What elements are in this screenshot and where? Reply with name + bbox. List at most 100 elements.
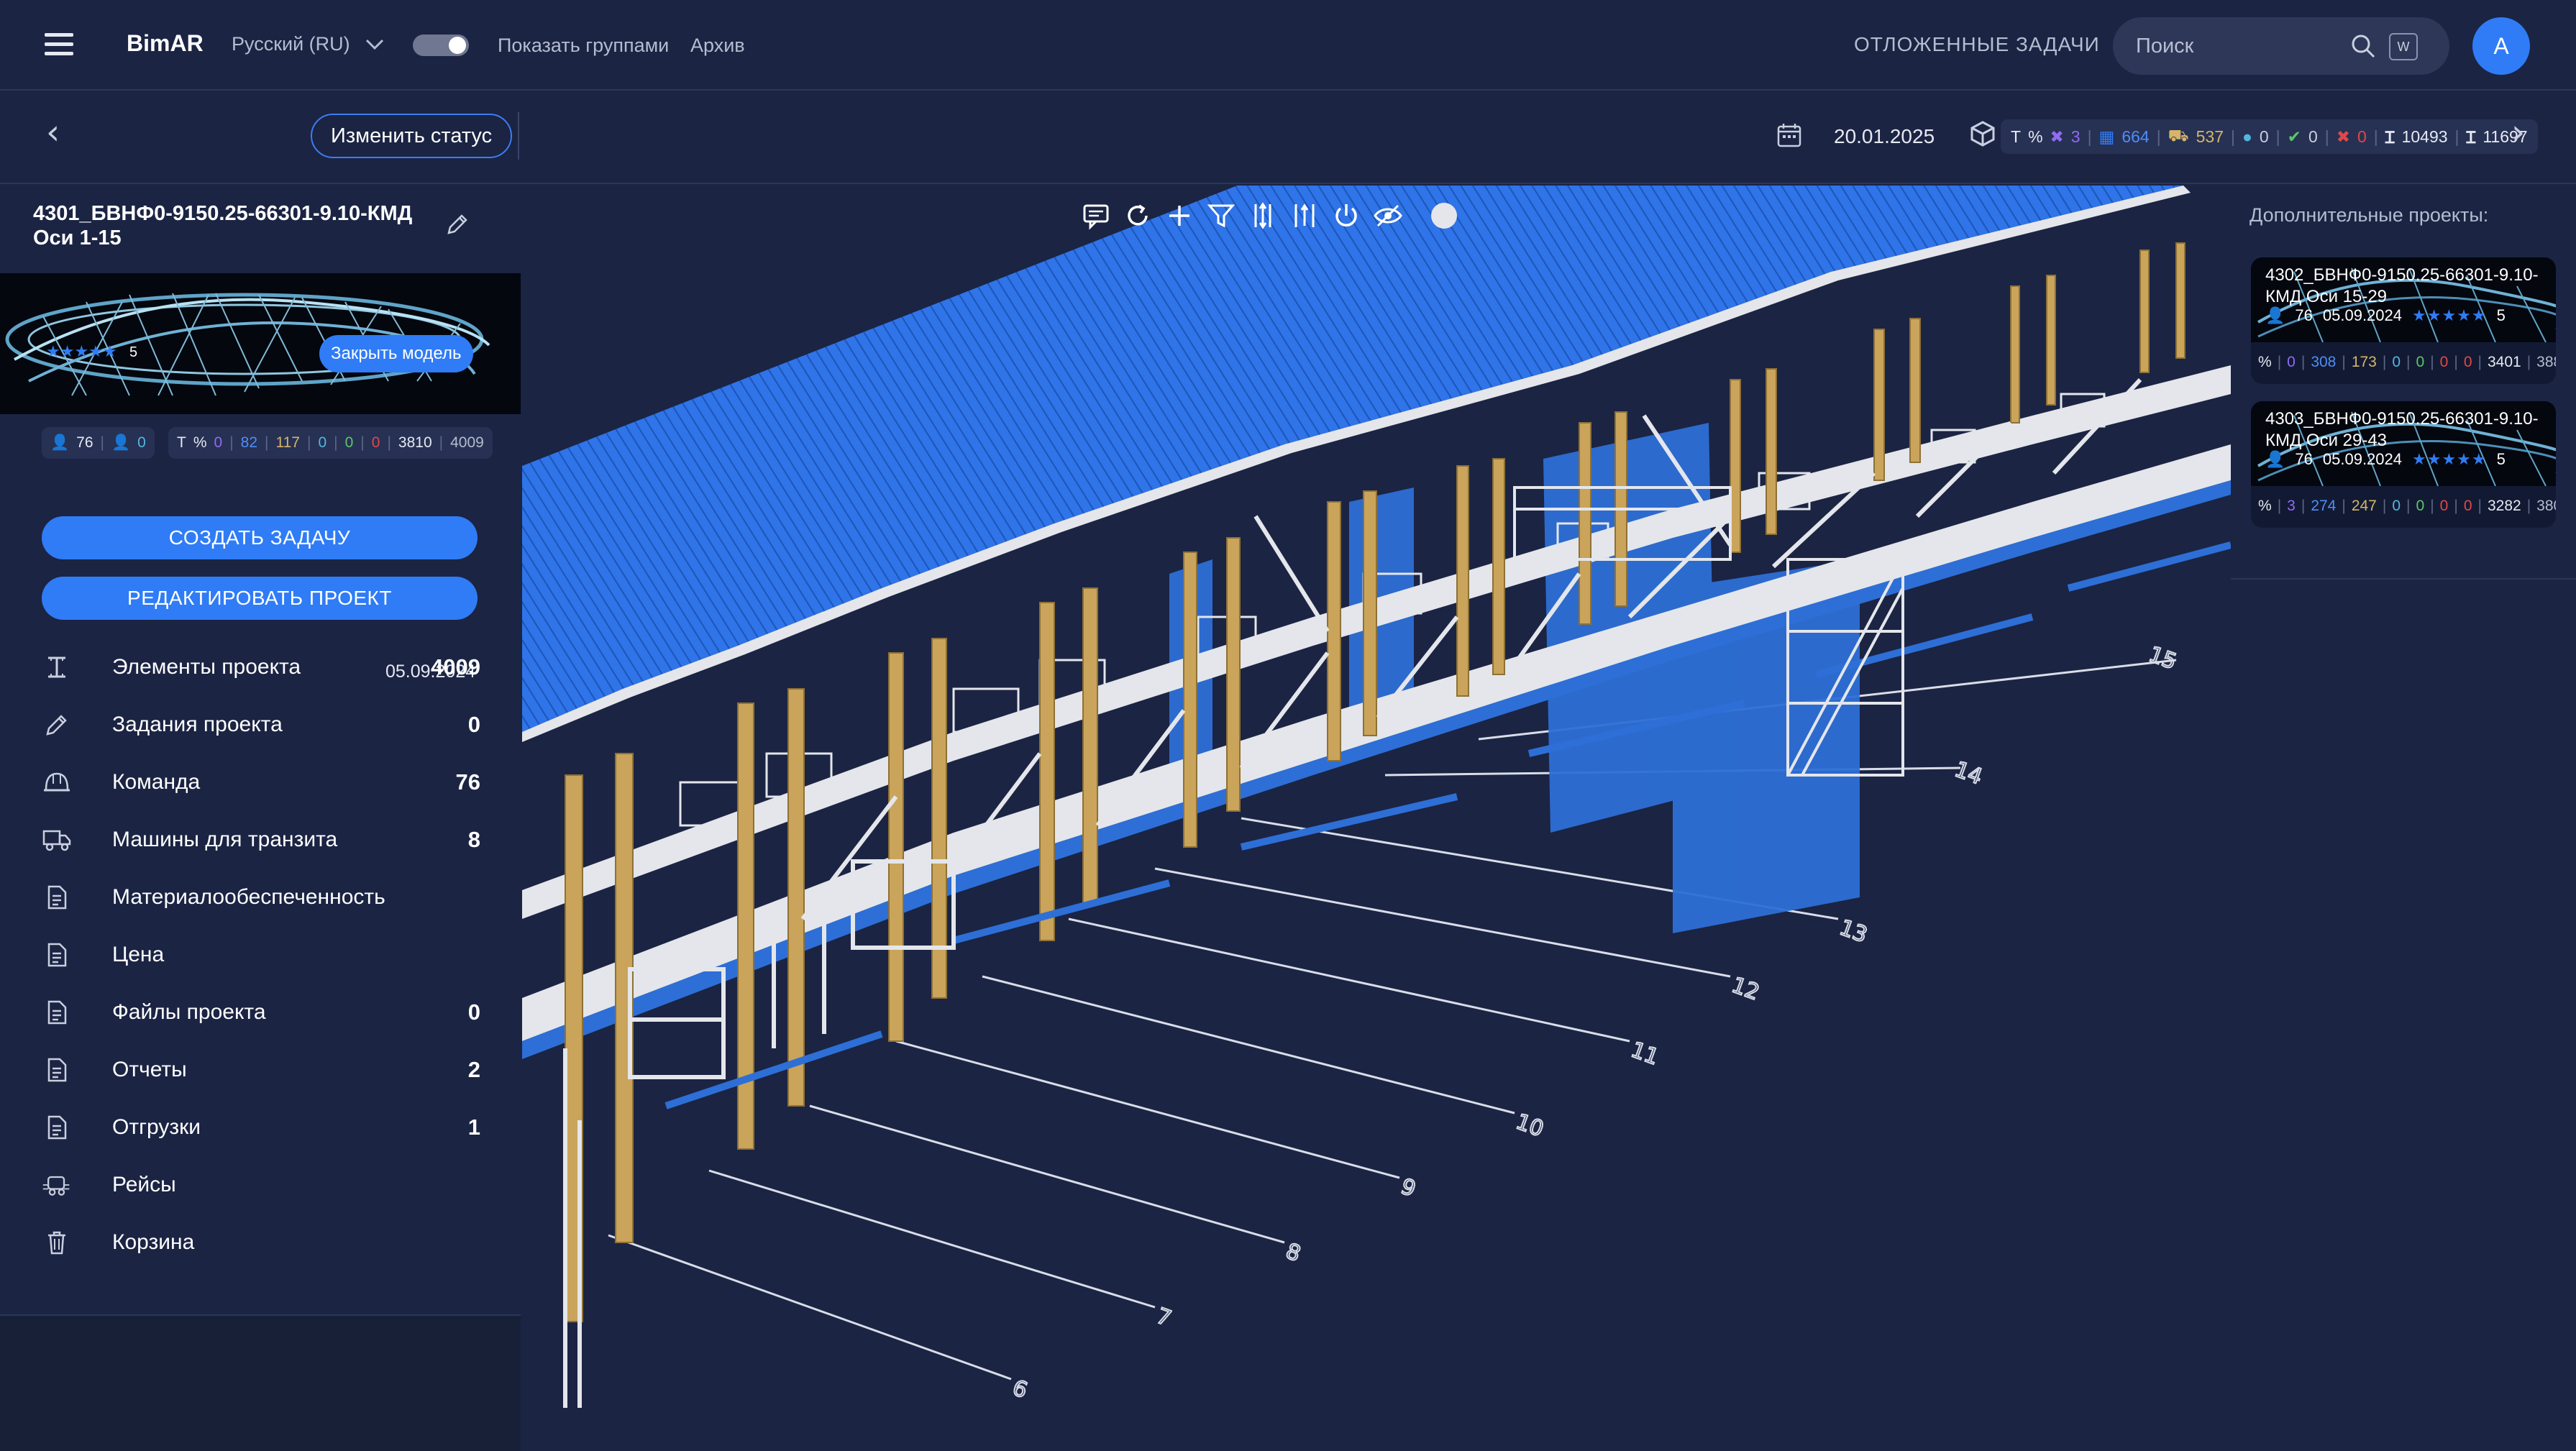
app-logo[interactable]: BimAR: [127, 30, 204, 57]
comment-icon[interactable]: [1080, 200, 1112, 232]
project-stats: %| 0| 308| 173| 0| 0| 0| 0| 3401| 388: [2258, 347, 2556, 378]
search-input[interactable]: [2136, 34, 2352, 58]
add-icon[interactable]: [1164, 200, 1195, 232]
stat-value: 82: [240, 434, 258, 451]
section-vertical-icon[interactable]: [1247, 200, 1279, 232]
nav-reports[interactable]: Отчеты 2: [42, 1048, 480, 1091]
nav-label: Материалообеспеченность: [112, 885, 385, 909]
hamburger-menu-icon[interactable]: [45, 33, 73, 56]
nav-label: Отгрузки: [112, 1115, 201, 1139]
nav-team[interactable]: Команда 76: [42, 761, 480, 804]
3d-model-render[interactable]: 15 14 13 12 11 10 9 8 7 6: [522, 186, 2231, 1451]
stat-value: 0: [2439, 354, 2449, 370]
user-avatar[interactable]: A: [2472, 17, 2530, 75]
toolbar-divider: [518, 112, 519, 160]
nav-count: 4009: [431, 654, 480, 679]
stat-value: 308: [2311, 354, 2337, 370]
deferred-tasks-link[interactable]: ОТЛОЖЕННЫЕ ЗАДАЧИ: [1854, 33, 2100, 56]
additional-projects-title: Дополнительные проекты:: [2250, 204, 2489, 226]
nav-project-elements[interactable]: Элементы проекта 4009: [42, 646, 480, 689]
nav-project-tasks[interactable]: Задания проекта 0: [42, 703, 480, 746]
team-count: 76: [2295, 450, 2313, 468]
change-status-button[interactable]: Изменить статус: [311, 114, 513, 158]
beam-icon: [48, 656, 65, 678]
nav-label: Элементы проекта: [112, 655, 301, 679]
stat-value: %: [193, 434, 207, 451]
nav-trips[interactable]: Рейсы: [42, 1163, 480, 1207]
project-stats-strip: T % ✖ 3 | ▦ 664 | ⛟ 537 | ● 0 | ✔ 0 | ✖ 0 | Ɪ 10493 | …: [2001, 119, 2538, 154]
team-count: 76: [76, 434, 93, 451]
nav-count: 0: [467, 712, 480, 737]
calendar-icon[interactable]: [1776, 122, 1802, 148]
chevron-right-icon[interactable]: ›: [2511, 112, 2525, 152]
power-icon[interactable]: [1330, 200, 1362, 232]
stat-value: 0: [371, 434, 380, 451]
stat-value: 3401: [2487, 354, 2521, 370]
nav-project-files[interactable]: Файлы проекта 0: [42, 991, 480, 1034]
color-mode-icon[interactable]: [1428, 200, 1460, 232]
search-icon[interactable]: [2350, 33, 2376, 59]
stat-value: 117: [275, 434, 300, 451]
archive-link[interactable]: Архив: [690, 35, 745, 57]
project-date: 05.09.2024: [2322, 450, 2402, 468]
project-meta: 👤 76 05.09.2024 ★★★★★ 5: [2265, 306, 2506, 325]
nav-transit-vehicles[interactable]: Машины для транзита 8: [42, 818, 480, 861]
stat-value: 664: [2121, 127, 2150, 146]
stat-value: 173: [2351, 354, 2377, 370]
stat-value: %: [2258, 498, 2272, 514]
language-select[interactable]: Русский (RU): [232, 33, 385, 55]
project-title: 4301_БВНФ0-9150.25-66301-9.10-КМД Оси 1-…: [33, 202, 413, 250]
stat-value: 0: [2463, 354, 2472, 370]
nav-label: Задания проекта: [112, 713, 283, 736]
document-icon: [47, 1000, 67, 1025]
language-label: Русский (RU): [232, 33, 350, 55]
additional-project-card[interactable]: 4302_БВНФ0-9150.25-66301-9.10-КМД Оси 15…: [2251, 257, 2556, 384]
project-rating: 5: [2496, 450, 2506, 468]
sidebar-footer: [0, 1314, 521, 1451]
cubes-icon[interactable]: [1969, 121, 1996, 150]
stat-value: 0: [2259, 127, 2269, 146]
chevron-left-icon[interactable]: ‹: [46, 112, 60, 152]
stat-percent: %: [2028, 127, 2043, 146]
model-viewport[interactable]: 15 14 13 12 11 10 9 8 7 6: [522, 186, 2231, 1451]
nav-count: 0: [467, 999, 480, 1025]
team-chip: 👤 76 | 👤 0: [42, 427, 155, 459]
nav-label: Рейсы: [112, 1173, 176, 1196]
stat-value: 0: [214, 434, 223, 451]
show-groups-label[interactable]: Показать группами: [498, 35, 669, 57]
nav-material-supply[interactable]: Материалообеспеченность: [42, 876, 480, 919]
edit-pencil-icon[interactable]: [444, 211, 470, 237]
stat-value: 4009: [450, 434, 484, 451]
section-horizontal-icon[interactable]: [1289, 200, 1320, 232]
stat-value: 0: [2416, 354, 2425, 370]
hide-eye-icon[interactable]: [1372, 200, 1404, 232]
filter-icon[interactable]: [1205, 200, 1237, 232]
document-icon: [47, 885, 67, 910]
stat-value: 274: [2311, 498, 2337, 514]
nav-count: 2: [467, 1057, 480, 1082]
delivery-icon: [42, 1176, 70, 1196]
nav-count: 76: [455, 769, 480, 795]
create-task-button[interactable]: СОЗДАТЬ ЗАДАЧУ: [42, 516, 478, 559]
stat-value: 0: [2357, 127, 2367, 146]
stat-value: 3: [2070, 127, 2081, 146]
stat-value: 380: [2536, 498, 2556, 514]
nav-price[interactable]: Цена: [42, 933, 480, 976]
rotate-icon[interactable]: [1122, 200, 1154, 232]
additional-project-card[interactable]: 4303_БВНФ0-9150.25-66301-9.10-КМД Оси 29…: [2251, 401, 2556, 528]
guest-icon: 👤: [111, 434, 131, 451]
nav-trash[interactable]: Корзина: [42, 1221, 480, 1264]
nav-shipments[interactable]: Отгрузки 1: [42, 1106, 480, 1149]
group-toggle[interactable]: [413, 35, 469, 56]
person-icon: 👤: [2265, 306, 2285, 324]
chevron-down-icon: [365, 39, 383, 50]
person-icon: 👤: [50, 434, 70, 451]
nav-count: 8: [467, 827, 480, 852]
nav-count: 1: [467, 1114, 480, 1140]
edit-project-button[interactable]: РЕДАКТИРОВАТЬ ПРОЕКТ: [42, 577, 478, 620]
close-model-button[interactable]: Закрыть модель: [319, 335, 473, 372]
project-date: 05.09.2024: [2322, 306, 2402, 324]
team-count: 76: [2295, 306, 2313, 324]
document-icon: [47, 1115, 67, 1140]
project-rating: 5: [129, 344, 137, 360]
